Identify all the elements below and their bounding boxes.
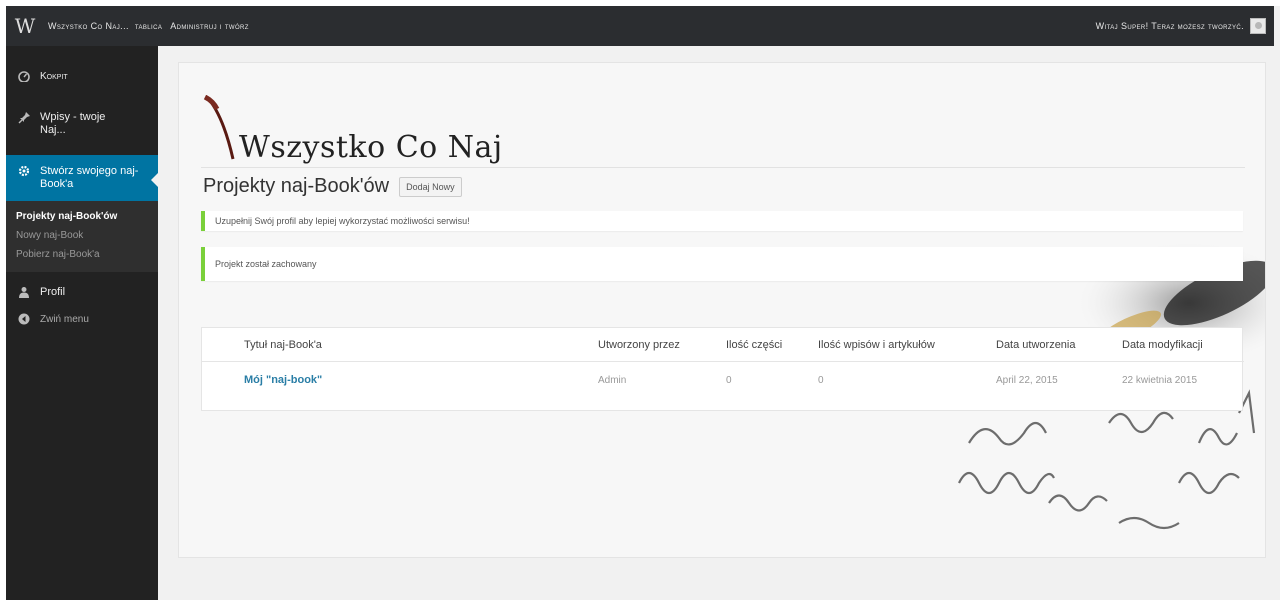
sidebar-item-kokpit[interactable]: Kokpit bbox=[6, 46, 158, 95]
page-header: Projekty naj-Book'ów Dodaj Nowy bbox=[203, 175, 462, 198]
dashboard-icon bbox=[16, 70, 32, 85]
cell-created: April 22, 2015 bbox=[996, 374, 1058, 386]
column-header-modified[interactable]: Data modyfikacji bbox=[1122, 339, 1203, 351]
profile-notice: Uzupełnij Swój profil aby lepiej wykorzy… bbox=[201, 211, 1243, 231]
divider bbox=[201, 167, 1245, 168]
admin-bar: W Wszystko Co Naj... tablica Administruj… bbox=[6, 6, 1274, 46]
gear-icon bbox=[16, 165, 32, 180]
admin-link[interactable]: Administruj i twórz bbox=[170, 21, 249, 31]
sidebar-item-label: Stwórz swojego naj-Book'a bbox=[40, 165, 139, 190]
wordpress-logo-icon[interactable]: W bbox=[10, 6, 40, 46]
page-title: Projekty naj-Book'ów bbox=[203, 175, 390, 197]
column-header-entries[interactable]: Ilość wpisów i artykułów bbox=[818, 339, 935, 351]
site-name-link[interactable]: Wszystko Co Naj... bbox=[48, 21, 129, 31]
submenu-item-pobierz[interactable]: Pobierz naj-Book'a bbox=[6, 245, 158, 264]
saved-notice: Projekt został zachowany bbox=[201, 247, 1243, 281]
account-menu[interactable]: Witaj Super! Teraz możesz tworzyć. bbox=[1088, 18, 1266, 34]
column-header-author[interactable]: Utworzony przez bbox=[598, 339, 680, 351]
greeting-text: Witaj Super! Teraz możesz tworzyć. bbox=[1095, 21, 1244, 31]
profile-notice-text: Uzupełnij Swój profil aby lepiej wykorzy… bbox=[215, 216, 470, 226]
submenu-item-nowy[interactable]: Nowy naj-Book bbox=[6, 226, 158, 245]
site-logo: Wszystko Co Naj bbox=[203, 79, 503, 165]
submenu-item-projekty[interactable]: Projekty naj-Book'ów bbox=[6, 207, 158, 226]
sidebar-item-profil[interactable]: Profil bbox=[6, 272, 158, 311]
saved-notice-text: Projekt został zachowany bbox=[215, 259, 317, 269]
user-icon bbox=[16, 286, 32, 301]
cell-modified: 22 kwietnia 2015 bbox=[1122, 374, 1198, 386]
sidebar-submenu: Projekty naj-Book'ów Nowy naj-Book Pobie… bbox=[6, 201, 158, 272]
sidebar-item-label: Kokpit bbox=[40, 71, 68, 82]
sidebar-item-stworz[interactable]: Stwórz swojego naj-Book'a bbox=[6, 155, 158, 201]
sidebar-item-label: Zwiń menu bbox=[40, 314, 89, 325]
cell-entries: 0 bbox=[818, 374, 824, 386]
pin-icon bbox=[16, 111, 32, 127]
column-header-title[interactable]: Tytuł naj-Book'a bbox=[244, 339, 322, 351]
table-row: Mój "naj-book" Admin 0 0 April 22, 2015 … bbox=[202, 362, 1244, 398]
logo-text: Wszystko Co Naj bbox=[239, 130, 503, 165]
add-new-button[interactable]: Dodaj Nowy bbox=[399, 176, 462, 197]
cell-author: Admin bbox=[598, 374, 627, 386]
content-card: Wszystko Co Naj Projekty naj-Book'ów Dod… bbox=[178, 62, 1266, 558]
quill-icon bbox=[203, 95, 235, 160]
app-frame: W Wszystko Co Naj... tablica Administruj… bbox=[0, 0, 1280, 600]
project-title-link[interactable]: Mój "naj-book" bbox=[244, 374, 322, 386]
admin-sidebar: Kokpit Wpisy - twoje Naj... Stwórz swoje… bbox=[6, 46, 158, 600]
table-header: Tytuł naj-Book'a Utworzony przez Ilość c… bbox=[202, 328, 1244, 362]
avatar[interactable] bbox=[1250, 18, 1266, 34]
sidebar-item-zwin[interactable]: Zwiń menu bbox=[6, 311, 158, 338]
projects-table: Tytuł naj-Book'a Utworzony przez Ilość c… bbox=[201, 327, 1244, 411]
sidebar-item-label: Wpisy - twoje Naj... bbox=[40, 111, 106, 136]
cell-parts: 0 bbox=[726, 374, 732, 386]
column-header-parts[interactable]: Ilość części bbox=[726, 339, 782, 351]
tablica-link[interactable]: tablica bbox=[135, 22, 162, 31]
sidebar-item-wpisy[interactable]: Wpisy - twoje Naj... bbox=[6, 95, 158, 147]
column-header-created[interactable]: Data utworzenia bbox=[996, 339, 1076, 351]
sidebar-item-label: Profil bbox=[40, 286, 66, 298]
collapse-icon bbox=[16, 313, 32, 328]
